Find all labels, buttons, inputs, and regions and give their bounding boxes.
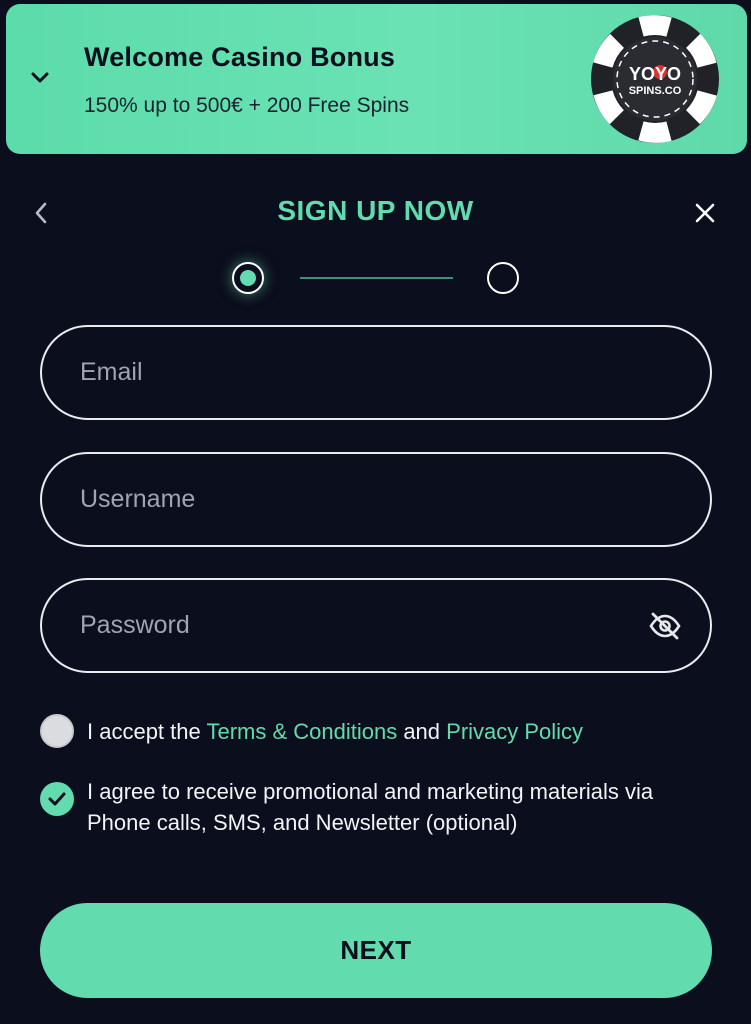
step-connector <box>300 277 453 279</box>
terms-prefix: I accept the <box>87 719 207 744</box>
password-field-wrapper <box>40 578 712 673</box>
page-title: SIGN UP NOW <box>277 195 474 226</box>
marketing-text: I agree to receive promotional and marke… <box>87 779 654 835</box>
bonus-banner[interactable]: Welcome Casino Bonus 150% up to 500€ + 2… <box>6 4 747 154</box>
eye-off-icon[interactable] <box>648 611 682 641</box>
email-input[interactable] <box>42 327 710 418</box>
logo-line-1: YOYO <box>629 64 681 84</box>
next-button[interactable]: NEXT <box>40 903 712 998</box>
bonus-subtitle: 150% up to 500€ + 200 Free Spins <box>84 94 410 117</box>
logo-line-2: SPINS.CO <box>629 85 682 97</box>
terms-text: I accept the Terms & Conditions and Priv… <box>87 716 583 747</box>
bonus-title: Welcome Casino Bonus <box>84 42 396 72</box>
step-indicator-2 <box>487 262 519 294</box>
chevron-down-icon[interactable] <box>28 66 52 90</box>
terms-checkbox[interactable] <box>40 714 74 748</box>
username-input[interactable] <box>42 454 710 545</box>
step-indicator-1 <box>232 262 264 294</box>
username-field-wrapper <box>40 452 712 547</box>
marketing-checkbox[interactable] <box>40 782 74 816</box>
checkmark-icon <box>48 792 66 806</box>
email-field-wrapper <box>40 325 712 420</box>
close-icon[interactable] <box>690 198 720 228</box>
password-input[interactable] <box>42 580 710 671</box>
terms-conditions-link[interactable]: Terms & Conditions <box>206 719 397 744</box>
yoyospins-logo: YOYO SPINS.CO <box>591 15 719 143</box>
privacy-policy-link[interactable]: Privacy Policy <box>446 719 583 744</box>
terms-middle: and <box>397 719 447 744</box>
